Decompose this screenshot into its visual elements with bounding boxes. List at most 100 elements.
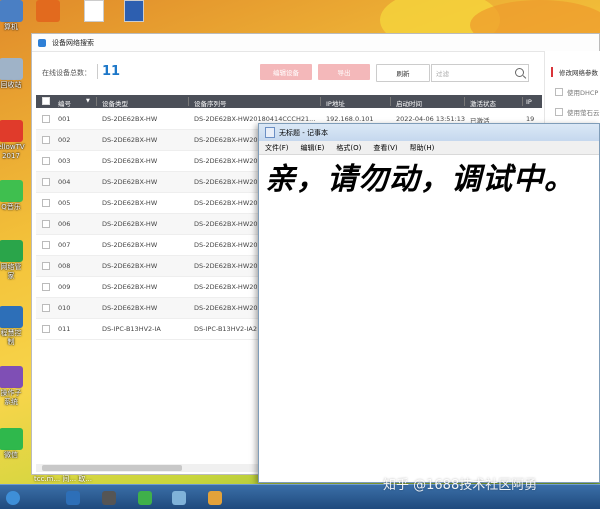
cell-type: DS-2DE62BX-HW	[102, 304, 158, 312]
col-status[interactable]: 激活状态	[470, 98, 496, 108]
media-icon-glyph	[102, 490, 116, 505]
desktop-icon-app[interactable]	[36, 0, 60, 22]
cell-type: DS-2DE62BX-HW	[102, 262, 158, 270]
cell-ipv: 19	[526, 115, 535, 123]
checkbox[interactable]	[555, 88, 563, 96]
cell-ip: 192.168.0.101	[326, 115, 374, 123]
desktop-icon[interactable]: 回收站	[0, 58, 28, 90]
desktop-icon[interactable]: 微信	[0, 428, 28, 460]
notepad-titlebar[interactable]: 无标题 - 记事本	[259, 124, 599, 141]
app-logo-icon	[38, 38, 46, 47]
sort-desc-icon[interactable]: ▼	[86, 98, 90, 104]
row-checkbox[interactable]	[42, 136, 50, 144]
app-icon-glyph	[66, 490, 80, 505]
start-orb-glyph	[6, 490, 20, 505]
col-id[interactable]: 编号	[58, 98, 71, 108]
desktop-app-icon	[0, 240, 23, 262]
start-orb[interactable]	[0, 488, 26, 507]
desktop-icon-label: 操作子 系统	[0, 389, 22, 406]
desktop-icon-label: ellowTV 2017	[0, 143, 25, 160]
refresh-button[interactable]: 刷新	[376, 64, 430, 82]
cell-id: 009	[58, 283, 71, 291]
notepad-text-area[interactable]: 亲，请勿动，调试中。	[265, 154, 595, 198]
row-checkbox[interactable]	[42, 304, 50, 312]
col-ipv[interactable]: IP	[526, 98, 532, 106]
desktop-icon[interactable]: Q音乐	[0, 180, 28, 212]
desktop-icon[interactable]: 程慧控 制	[0, 306, 28, 347]
select-all-checkbox[interactable]	[42, 97, 50, 105]
cell-type: DS-2DE62BX-HW	[102, 136, 158, 144]
desktop-icon-file[interactable]	[84, 0, 104, 22]
row-checkbox[interactable]	[42, 115, 50, 123]
search-tool-icon[interactable]	[202, 488, 228, 507]
desktop-partial-label: tcc.m... 间... 取...	[34, 475, 92, 483]
cell-serial: DS-2DE62BX-HW20180414CCCH21...	[194, 115, 316, 123]
col-type[interactable]: 设备类型	[102, 98, 128, 108]
row-checkbox[interactable]	[42, 262, 50, 270]
browser-icon[interactable]	[132, 488, 158, 507]
cell-id: 004	[58, 178, 71, 186]
cell-id: 001	[58, 115, 71, 123]
cell-id: 010	[58, 304, 71, 312]
cell-serial: DS-2DE62BX-HW20	[194, 283, 258, 291]
row-checkbox[interactable]	[42, 241, 50, 249]
ezviz-option[interactable]: 使用萤石云	[555, 107, 600, 117]
desktop-icon[interactable]: 操作子 系统	[0, 366, 28, 407]
cell-serial: DS-IPC-B13HV2-IA2	[194, 325, 258, 333]
cell-serial: DS-2DE62BX-HW20	[194, 304, 258, 312]
desktop-icon-label: Q音乐	[1, 203, 21, 211]
window-titlebar[interactable]: 设备网络搜索	[32, 34, 599, 52]
desktop-icon[interactable]: 网络管 家	[0, 240, 28, 281]
menu-edit[interactable]: 编辑(E)	[301, 143, 325, 153]
desktop-icon[interactable]: ellowTV 2017	[0, 120, 28, 161]
dhcp-option[interactable]: 使用DHCP	[555, 87, 600, 97]
desktop-icon-label: 算机	[4, 23, 18, 31]
cell-serial: DS-2DE62BX-HW20	[194, 178, 258, 186]
cell-type: DS-IPC-B13HV2-IA	[102, 325, 161, 333]
modify-device-button[interactable]: 编辑设备	[260, 64, 312, 80]
col-time[interactable]: 启动时间	[396, 98, 422, 108]
desktop-icon-word[interactable]	[124, 0, 144, 22]
notepad-title: 无标题 - 记事本	[279, 128, 328, 137]
desktop-icon[interactable]: 算机	[0, 0, 28, 32]
desktop-icon-label: 回收站	[0, 81, 22, 89]
menu-help[interactable]: 帮助(H)	[410, 143, 435, 153]
menu-view[interactable]: 查看(V)	[373, 143, 397, 153]
row-checkbox[interactable]	[42, 199, 50, 207]
menu-format[interactable]: 格式(O)	[336, 143, 361, 153]
cell-id: 008	[58, 262, 71, 270]
cell-id: 011	[58, 325, 71, 333]
cell-type: DS-2DE62BX-HW	[102, 241, 158, 249]
cell-serial: DS-2DE62BX-HW20	[194, 262, 258, 270]
cell-type: DS-2DE62BX-HW	[102, 115, 158, 123]
row-checkbox[interactable]	[42, 325, 50, 333]
row-checkbox[interactable]	[42, 220, 50, 228]
cell-type: DS-2DE62BX-HW	[102, 283, 158, 291]
folder-icon[interactable]	[166, 488, 192, 507]
scrollbar-thumb[interactable]	[42, 465, 182, 471]
cell-id: 006	[58, 220, 71, 228]
watermark: 知乎 @1688技术社区阿勇	[383, 478, 538, 493]
desktop-icon-label: 网络管 家	[0, 263, 22, 280]
checkbox[interactable]	[555, 108, 563, 116]
desktop-app-icon	[0, 58, 23, 80]
col-serial[interactable]: 设备序列号	[194, 98, 227, 108]
cell-serial: DS-2DE62BX-HW20	[194, 220, 258, 228]
cell-id: 005	[58, 199, 71, 207]
export-button[interactable]: 导出	[318, 64, 370, 80]
notepad-window: 无标题 - 记事本 文件(F) 编辑(E) 格式(O) 查看(V) 帮助(H) …	[258, 123, 600, 483]
desktop-app-icon	[0, 428, 23, 450]
col-ip[interactable]: IP地址	[326, 98, 345, 108]
filter-input[interactable]: 过滤	[431, 64, 529, 82]
cell-type: DS-2DE62BX-HW	[102, 157, 158, 165]
desktop-app-icon	[0, 0, 23, 22]
row-checkbox[interactable]	[42, 283, 50, 291]
row-checkbox[interactable]	[42, 178, 50, 186]
search-icon[interactable]	[515, 68, 524, 77]
window-title: 设备网络搜索	[52, 38, 94, 47]
row-checkbox[interactable]	[42, 157, 50, 165]
app-icon[interactable]	[60, 488, 86, 507]
cell-id: 002	[58, 136, 71, 144]
media-icon[interactable]	[96, 488, 122, 507]
menu-file[interactable]: 文件(F)	[265, 143, 289, 153]
